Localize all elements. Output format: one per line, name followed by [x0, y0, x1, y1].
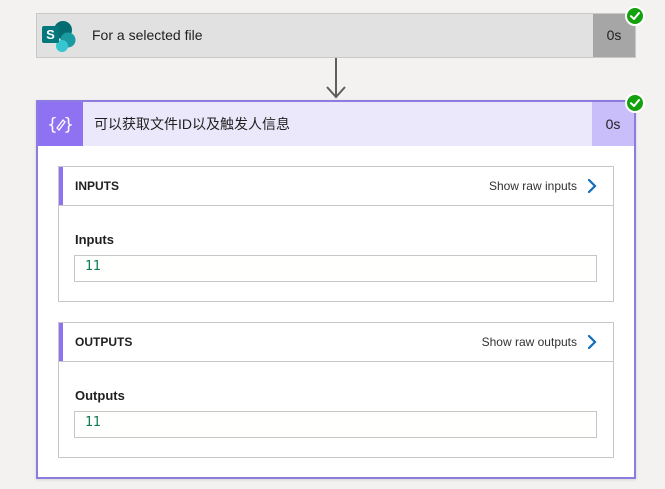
inputs-field-label: Inputs: [75, 232, 114, 247]
action-header[interactable]: { } 可以获取文件ID以及触发人信息 0s: [38, 102, 634, 146]
outputs-section-header: OUTPUTS Show raw outputs: [59, 323, 613, 362]
action-success-check-icon: [625, 93, 645, 113]
outputs-value-box[interactable]: 11: [74, 411, 597, 438]
svg-text:{ }: { }: [47, 115, 74, 135]
show-raw-inputs-link[interactable]: Show raw inputs: [489, 167, 577, 205]
chevron-right-icon[interactable]: [585, 178, 599, 194]
action-card[interactable]: { } 可以获取文件ID以及触发人信息 0s INPUTS Show raw i…: [36, 100, 636, 479]
inputs-section-label: INPUTS: [75, 179, 120, 193]
inputs-section: INPUTS Show raw inputs Inputs 11: [58, 166, 614, 302]
inputs-accent-bar: [59, 167, 63, 205]
svg-text:S: S: [46, 27, 55, 42]
show-raw-outputs-link[interactable]: Show raw outputs: [482, 323, 577, 361]
chevron-right-icon[interactable]: [585, 334, 599, 350]
sharepoint-icon: S: [37, 14, 81, 57]
trigger-success-check-icon: [625, 6, 645, 26]
outputs-section: OUTPUTS Show raw outputs Outputs 11: [58, 322, 614, 458]
inputs-value-box[interactable]: 11: [74, 255, 597, 282]
compose-icon: { }: [38, 102, 83, 146]
inputs-value: 11: [85, 259, 101, 274]
outputs-section-label: OUTPUTS: [75, 335, 133, 349]
outputs-field-label: Outputs: [75, 388, 125, 403]
outputs-value: 11: [85, 415, 101, 430]
trigger-card[interactable]: S For a selected file 0s: [36, 13, 636, 58]
inputs-section-header: INPUTS Show raw inputs: [59, 167, 613, 206]
trigger-title: For a selected file: [92, 27, 203, 43]
action-title: 可以获取文件ID以及触发人信息: [94, 116, 290, 132]
flow-connector-arrow-icon: [326, 58, 346, 100]
outputs-accent-bar: [59, 323, 63, 361]
